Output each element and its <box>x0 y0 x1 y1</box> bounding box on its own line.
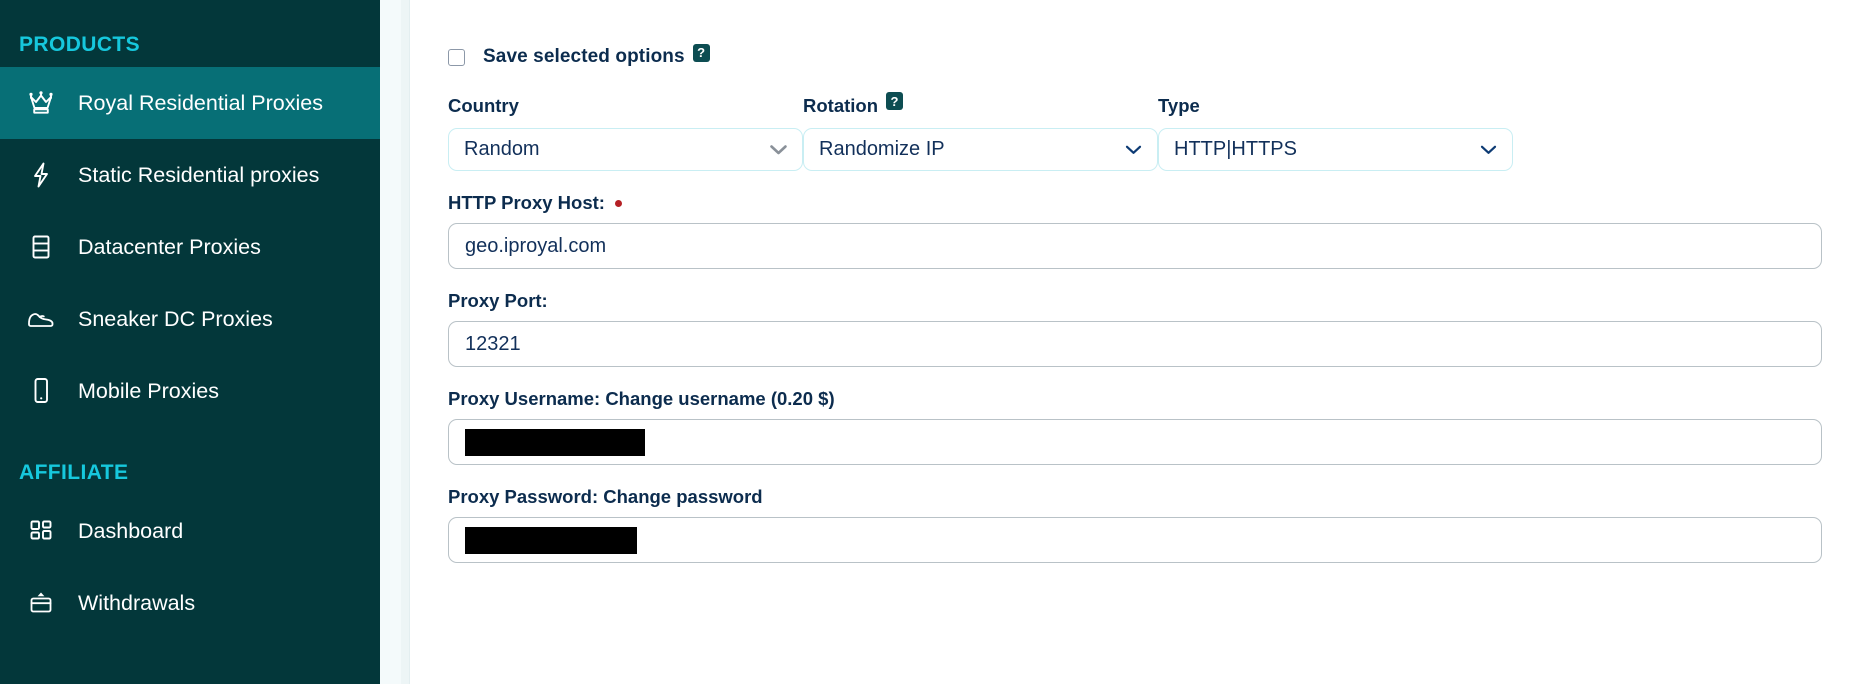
rotation-select-value: Randomize IP <box>819 138 945 160</box>
card-upload-icon <box>19 590 63 616</box>
proxy-port-label: Proxy Port: <box>448 290 548 311</box>
proxy-password-input[interactable] <box>448 517 1822 563</box>
save-selected-options-row: Save selected options? <box>448 43 1822 70</box>
sidebar-item-label: Static Residential proxies <box>78 162 320 187</box>
sidebar-item-datacenter-proxies[interactable]: Datacenter Proxies <box>0 211 380 283</box>
sidebar-item-label: Sneaker DC Proxies <box>78 306 273 331</box>
rotation-select-group: Rotation? Randomize IP <box>803 92 1158 171</box>
proxy-port-field: Proxy Port: 12321 <box>448 290 1822 367</box>
type-select-value: HTTP|HTTPS <box>1174 138 1297 160</box>
sidebar-item-royal-residential-proxies[interactable]: Royal Residential Proxies <box>0 67 380 139</box>
sidebar-item-static-residential-proxies[interactable]: Static Residential proxies <box>0 139 380 211</box>
rotation-label: Rotation? <box>803 92 1158 117</box>
sidebar-section-products: PRODUCTS <box>19 33 141 56</box>
sneaker-icon <box>19 309 63 329</box>
lightning-icon <box>19 162 63 188</box>
required-dot-icon <box>614 199 622 207</box>
sidebar-item-withdrawals[interactable]: Withdrawals <box>0 567 380 639</box>
crown-icon <box>19 91 63 115</box>
country-select-value: Random <box>464 138 540 160</box>
sidebar-item-label: Mobile Proxies <box>78 378 219 403</box>
http-proxy-host-value: geo.iproyal.com <box>465 234 607 257</box>
rotation-help-icon[interactable]: ? <box>886 92 904 110</box>
proxy-password-field: Proxy Password: Change password <box>448 486 1822 563</box>
chevron-down-icon <box>768 143 788 156</box>
rotation-select[interactable]: Randomize IP <box>803 128 1158 171</box>
sidebar-item-label: Withdrawals <box>78 590 196 615</box>
proxy-username-input[interactable] <box>448 419 1822 465</box>
sidebar: PRODUCTS Royal Residential Proxies Stati… <box>0 0 380 684</box>
http-proxy-host-input[interactable]: geo.iproyal.com <box>448 223 1822 269</box>
grid-icon <box>19 519 63 543</box>
sidebar-item-mobile-proxies[interactable]: Mobile Proxies <box>0 355 380 427</box>
main-content: Save selected options? Country Random Ro… <box>410 0 1854 684</box>
sidebar-section-affiliate: AFFILIATE <box>19 461 129 484</box>
save-options-help-icon[interactable]: ? <box>692 43 710 62</box>
page-scrollbar-track[interactable] <box>401 0 409 684</box>
content-gutter <box>380 0 410 684</box>
mobile-icon <box>19 377 63 405</box>
proxy-port-value: 12321 <box>465 332 521 355</box>
sidebar-item-label: Datacenter Proxies <box>78 234 261 259</box>
sidebar-item-sneaker-dc-proxies[interactable]: Sneaker DC Proxies <box>0 283 380 355</box>
country-label: Country <box>448 95 519 116</box>
save-selected-options-checkbox[interactable] <box>448 48 465 66</box>
proxy-settings-form: Save selected options? Country Random Ro… <box>410 43 1836 563</box>
selects-row: Country Random Rotation? Randomize IP Ty… <box>448 92 1822 171</box>
server-icon <box>19 234 63 260</box>
type-select[interactable]: HTTP|HTTPS <box>1158 128 1513 171</box>
rotation-label-text: Rotation <box>803 95 879 116</box>
type-select-group: Type HTTP|HTTPS <box>1158 95 1513 171</box>
proxy-username-field: Proxy Username: Change username (0.20 $) <box>448 388 1822 465</box>
save-selected-options-text: Save selected options <box>483 46 685 67</box>
chevron-down-icon <box>1123 143 1143 156</box>
redacted-password-value <box>465 526 637 554</box>
http-proxy-host-label-text: HTTP Proxy Host: <box>448 192 605 213</box>
sidebar-item-label: Royal Residential Proxies <box>78 90 323 115</box>
chevron-down-icon <box>1478 143 1498 156</box>
sidebar-item-label: Dashboard <box>78 518 184 543</box>
sidebar-item-dashboard[interactable]: Dashboard <box>0 495 380 567</box>
http-proxy-host-field: HTTP Proxy Host: geo.iproyal.com <box>448 192 1822 269</box>
country-select-group: Country Random <box>448 95 803 171</box>
type-label: Type <box>1158 95 1200 116</box>
proxy-username-label[interactable]: Proxy Username: Change username (0.20 $) <box>448 388 1822 410</box>
proxy-port-input[interactable]: 12321 <box>448 321 1822 367</box>
http-proxy-host-label: HTTP Proxy Host: <box>448 192 1822 214</box>
save-selected-options-label: Save selected options? <box>483 43 710 68</box>
country-select[interactable]: Random <box>448 128 803 171</box>
redacted-username-value <box>465 428 645 456</box>
proxy-password-label[interactable]: Proxy Password: Change password <box>448 486 1822 508</box>
